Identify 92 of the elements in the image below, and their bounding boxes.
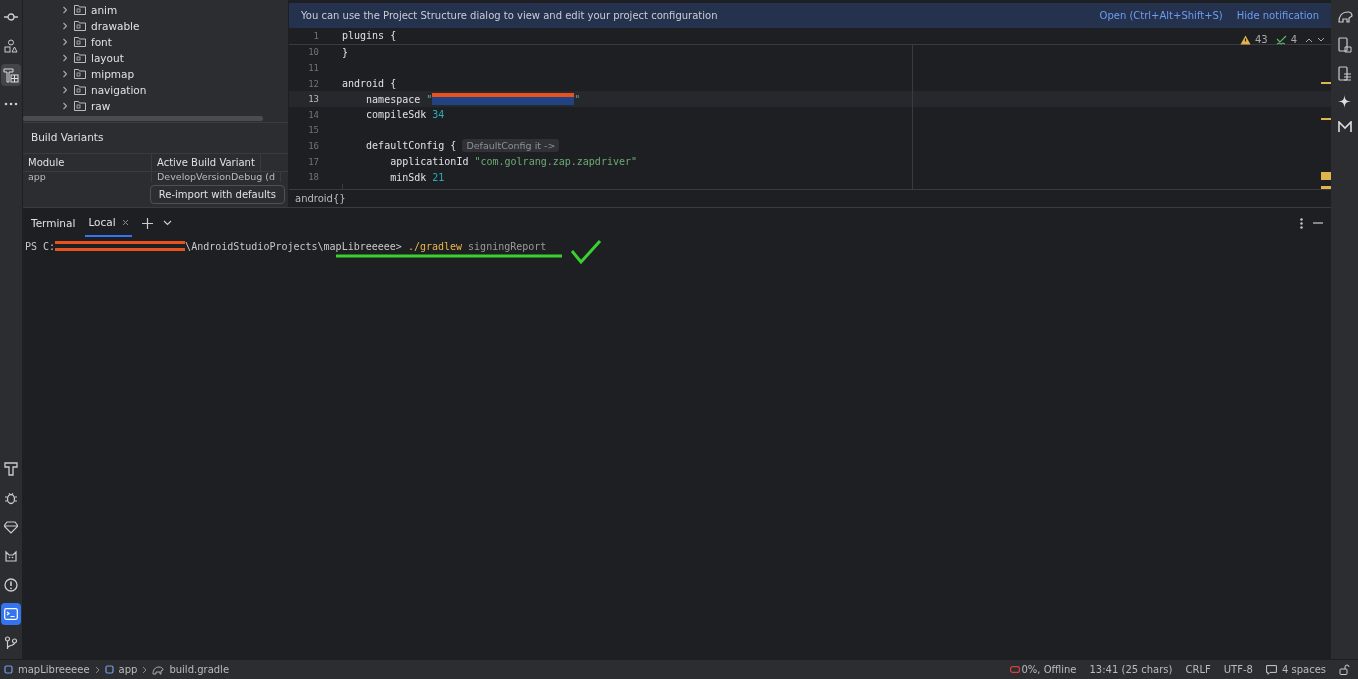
terminal-tool-icon[interactable] bbox=[1, 603, 21, 625]
column-header: Active Build Variant bbox=[152, 154, 261, 171]
folder-icon bbox=[74, 5, 86, 15]
command-text: ./gradlew bbox=[407, 241, 463, 252]
close-icon[interactable] bbox=[121, 218, 129, 226]
chevron-icon[interactable] bbox=[61, 54, 69, 62]
device-icon[interactable] bbox=[1337, 37, 1352, 53]
code-text: minSdk bbox=[389, 171, 428, 183]
folder-icon bbox=[74, 85, 86, 95]
breadcrumb[interactable]: android{} bbox=[295, 193, 346, 204]
module-icon bbox=[104, 665, 114, 674]
line-number: 18 bbox=[307, 172, 319, 183]
breadcrumb-item[interactable]: mapLibreeeee bbox=[18, 664, 90, 675]
terminal-tab[interactable]: Local bbox=[85, 209, 132, 237]
status-item[interactable]: 0%, Offline bbox=[1021, 664, 1077, 675]
chevron-icon[interactable] bbox=[61, 102, 69, 110]
prompt-text: PS C: bbox=[25, 241, 56, 252]
status-item[interactable]: CRLF bbox=[1185, 664, 1211, 675]
tree-item[interactable]: mipmap bbox=[23, 66, 288, 82]
code-text: defaultConfig { bbox=[365, 140, 458, 152]
line-number: 11 bbox=[307, 63, 319, 73]
chevron-icon[interactable] bbox=[61, 38, 69, 46]
number-literal: 34 bbox=[432, 109, 445, 121]
chevron-icon bbox=[94, 665, 100, 674]
notification-text: You can use the Project Structure dialog to view and edit your project configuration bbox=[301, 10, 718, 21]
folder-icon bbox=[74, 69, 86, 79]
inlay-hint: DefaultConfig it -> bbox=[462, 139, 560, 153]
device-manager-icon[interactable] bbox=[1337, 66, 1352, 82]
warning-count[interactable]: 43 bbox=[1254, 34, 1268, 45]
line-number: 15 bbox=[307, 125, 319, 136]
add-icon[interactable] bbox=[141, 217, 153, 229]
reimport-button[interactable]: Re-import with defaults bbox=[149, 185, 285, 204]
number-literal: 21 bbox=[432, 171, 445, 183]
code-text: } bbox=[342, 46, 349, 58]
line-number: 13 bbox=[307, 94, 319, 105]
string-literal: " bbox=[574, 93, 581, 105]
folder-icon bbox=[74, 101, 86, 111]
line-number: 12 bbox=[307, 78, 319, 89]
chevron-icon[interactable] bbox=[61, 6, 69, 14]
code-text: namespace bbox=[365, 93, 422, 105]
notification-link[interactable]: Hide notification bbox=[1236, 10, 1319, 21]
breadcrumb-item[interactable]: app bbox=[118, 664, 138, 675]
sparkle-icon[interactable] bbox=[1338, 95, 1351, 108]
code-text: applicationId bbox=[389, 156, 470, 168]
code-text: android { bbox=[342, 78, 397, 90]
notification-link[interactable]: Open (Ctrl+Alt+Shift+S) bbox=[1099, 10, 1223, 21]
tree-item[interactable]: layout bbox=[23, 50, 288, 66]
options-icon[interactable] bbox=[1300, 217, 1303, 229]
tree-item[interactable]: navigation bbox=[23, 82, 288, 98]
build-tool-icon[interactable] bbox=[1, 64, 21, 86]
scrollbar[interactable] bbox=[23, 116, 263, 121]
module-icon bbox=[4, 665, 13, 674]
tree-item[interactable]: drawable bbox=[23, 18, 288, 34]
tree-item[interactable]: font bbox=[23, 34, 288, 50]
tree-item[interactable]: anim bbox=[23, 2, 288, 18]
folder-icon bbox=[74, 53, 86, 63]
panel-title: Build Variants bbox=[30, 130, 105, 145]
warning-icon bbox=[1239, 34, 1251, 45]
memory-indicator-icon bbox=[1010, 666, 1021, 673]
folder-icon bbox=[74, 21, 86, 31]
chevron-icon[interactable] bbox=[61, 70, 69, 78]
typo-count[interactable]: 4 bbox=[1290, 34, 1297, 45]
tree-item[interactable]: raw bbox=[23, 98, 288, 114]
typo-check-icon bbox=[1275, 34, 1287, 45]
status-item[interactable]: UTF-8 bbox=[1223, 664, 1253, 675]
column-header: Module bbox=[23, 154, 152, 171]
table-cell: DevelopVersionDebug (d bbox=[152, 172, 282, 182]
panel-title: Terminal bbox=[31, 217, 76, 229]
chevron-icon[interactable] bbox=[61, 22, 69, 30]
chevron-icon bbox=[142, 665, 148, 674]
lock-icon[interactable] bbox=[1339, 664, 1350, 675]
line-number: 14 bbox=[307, 109, 319, 120]
line-number: 10 bbox=[307, 47, 319, 58]
string-literal: " bbox=[426, 93, 433, 105]
argument-text: signingReport bbox=[467, 241, 547, 252]
m-logo-icon[interactable] bbox=[1337, 121, 1352, 133]
checkmark-annotation bbox=[570, 239, 603, 265]
comment-icon[interactable] bbox=[1265, 664, 1277, 675]
dropdown-icon[interactable] bbox=[162, 220, 172, 226]
status-item[interactable]: 4 spaces bbox=[1281, 664, 1326, 675]
code-text: plugins { bbox=[342, 30, 397, 42]
line-number: 16 bbox=[307, 140, 319, 151]
line-number: 1 bbox=[312, 30, 319, 41]
prompt-text: \AndroidStudioProjects\mapLibreeeee> bbox=[185, 241, 403, 252]
folder-icon bbox=[74, 37, 86, 47]
code-text: compileSdk bbox=[365, 109, 428, 121]
string-literal: "com.golrang.zap.zapdriver" bbox=[474, 156, 637, 168]
breadcrumb-item[interactable]: build.gradle bbox=[169, 664, 230, 675]
line-number: 17 bbox=[307, 156, 319, 167]
status-item[interactable]: 13:41 (25 chars) bbox=[1089, 664, 1173, 675]
table-cell: app bbox=[23, 172, 152, 182]
chevron-icon[interactable] bbox=[61, 86, 69, 94]
